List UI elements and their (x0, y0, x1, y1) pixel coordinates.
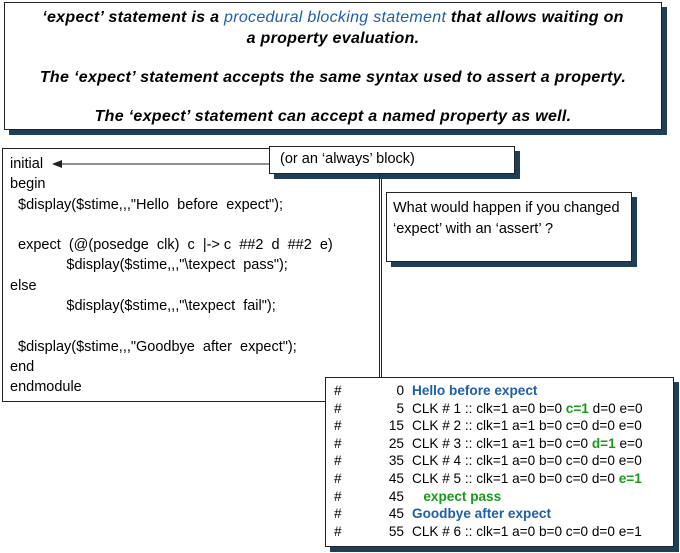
output-time: 45 (388, 488, 404, 504)
output-text: CLK # 1 :: clk=1 a=0 b=0 (412, 400, 566, 416)
code-listing: initial begin $display($stime,,,"Hello be… (2, 148, 382, 402)
output-time: 35 (388, 453, 404, 469)
output-text: CLK # 2 :: clk=1 a=1 b=0 c=0 d=0 e=0 (412, 418, 642, 434)
output-row: #45 expect pass (334, 488, 673, 506)
code-line: $display($stime,,,"\texpect fail"); (10, 298, 276, 315)
output-time: 5 (396, 400, 404, 416)
output-highlight: Goodbye after expect (412, 506, 551, 522)
code-line: $display($stime,,,"Hello before expect")… (10, 196, 284, 213)
output-time: 0 (396, 383, 404, 398)
code-line: begin (10, 176, 46, 193)
output-text: CLK # 3 :: clk=1 a=1 b=0 c=0 (412, 435, 592, 451)
code-line: $display($stime,,,"\texpect pass"); (10, 257, 288, 274)
code-line: expect (@(posedge clk) c |-> c ##2 d ##2… (10, 237, 333, 254)
output-hash: # (334, 506, 342, 522)
procedural-blocking-highlight: procedural blocking statement (224, 9, 447, 26)
output-highlight: expect pass (423, 488, 502, 504)
question-box: What would happen if you changed ‘expect… (386, 192, 632, 262)
callout-divider (379, 174, 380, 402)
code-line: end (10, 358, 35, 375)
simulation-output: #0 Hello before expect #5 CLK # 1 :: clk=1 … (325, 377, 674, 547)
output-hash: # (334, 523, 342, 539)
output-row: #25 CLK # 3 :: clk=1 a=1 b=0 c=0 d=1 e=0 (334, 435, 673, 453)
output-highlight: Hello before expect (412, 383, 538, 398)
output-row: #55 CLK # 6 :: clk=1 a=0 b=0 c=0 d=0 e=1 (334, 523, 673, 541)
output-row: #35 CLK # 4 :: clk=1 a=0 b=0 c=0 d=0 e=0 (334, 452, 673, 470)
code-line: else (10, 277, 37, 294)
output-time: 55 (388, 523, 404, 539)
output-hash: # (334, 470, 342, 486)
output-time: 45 (388, 506, 404, 522)
output-hash: # (334, 418, 342, 434)
output-hash: # (334, 400, 342, 416)
summary-line-4: The ‘expect’ statement can accept a name… (94, 108, 572, 125)
output-time: 15 (388, 418, 404, 434)
summary-line-1: ‘expect’ statement is a procedural block… (15, 7, 651, 28)
callout-arrow-icon (52, 160, 269, 168)
output-hash: # (334, 453, 342, 469)
summary-line-3: The ‘expect’ statement accepts the same … (39, 69, 627, 86)
output-row: #45 Goodbye after expect (334, 505, 673, 523)
output-highlight: e=1 (618, 470, 642, 486)
output-hash: # (334, 383, 342, 398)
output-row: #45 CLK # 5 :: clk=1 a=0 b=0 c=0 d=0 e=1 (334, 470, 673, 488)
output-hash: # (334, 435, 342, 451)
output-text: CLK # 4 :: clk=1 a=0 b=0 c=0 d=0 e=0 (412, 453, 642, 469)
output-text: CLK # 6 :: clk=1 a=0 b=0 c=0 d=0 e=1 (412, 523, 642, 539)
summary-line-2: a property evaluation. (246, 30, 420, 47)
output-row: #0 Hello before expect (334, 382, 673, 400)
summary-text: ‘expect’ statement is a (42, 9, 225, 26)
output-row: #5 CLK # 1 :: clk=1 a=0 b=0 c=1 d=0 e=0 (334, 400, 673, 418)
output-highlight: d=1 (591, 435, 616, 451)
output-highlight: c=1 (565, 400, 589, 416)
output-time: 45 (388, 470, 404, 486)
output-text: e=0 (615, 435, 643, 451)
output-text: CLK # 5 :: clk=1 a=0 b=0 c=0 d=0 (412, 470, 619, 486)
always-block-callout: (or an ‘always’ block) (269, 146, 515, 174)
output-row: #15 CLK # 2 :: clk=1 a=1 b=0 c=0 d=0 e=0 (334, 417, 673, 435)
output-time: 25 (388, 435, 404, 451)
summary-box: ‘expect’ statement is a procedural block… (4, 2, 662, 130)
summary-text: that allows waiting on (446, 9, 624, 26)
code-line: $display($stime,,,"Goodbye after expect"… (10, 338, 297, 355)
output-text: d=0 e=0 (588, 400, 643, 416)
output-hash: # (334, 488, 342, 504)
